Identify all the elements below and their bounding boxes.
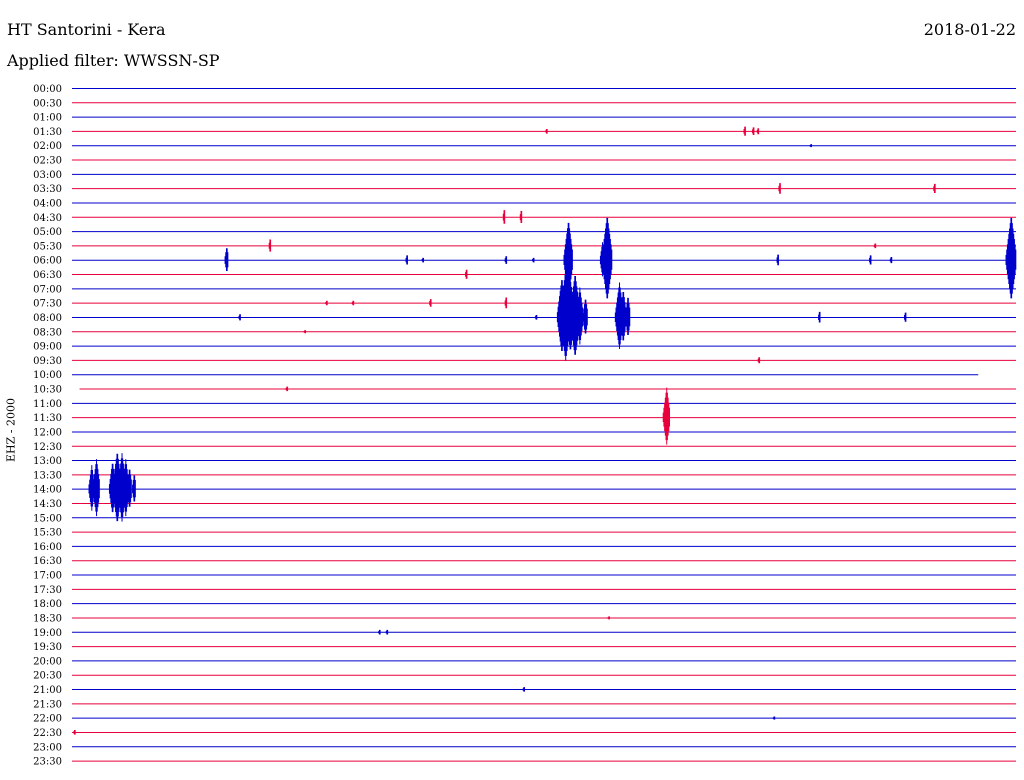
tick-label-1030: 10:30 xyxy=(33,385,62,396)
event-mark-4 xyxy=(809,144,812,148)
event-mark-42 xyxy=(757,357,761,364)
tick-label-1930: 19:30 xyxy=(33,642,62,653)
tick-label-1330: 13:30 xyxy=(33,470,62,481)
event-mark-40 xyxy=(904,312,907,322)
event-mark-53 xyxy=(607,616,610,620)
tick-label-0900: 09:00 xyxy=(33,342,62,353)
event-mark-28 xyxy=(238,314,241,321)
helicorder-plot: 00:00 00:30 01:00 01:30 02:00 02:30 03:00 03:30… xyxy=(33,84,1017,768)
tick-label-1300: 13:00 xyxy=(33,456,62,467)
event-mark-29 xyxy=(534,315,538,320)
tick-label-0300: 03:00 xyxy=(33,170,62,181)
tick-label-0100: 01:00 xyxy=(33,113,62,124)
tick-label-0200: 02:00 xyxy=(33,141,62,152)
event-mark-7 xyxy=(502,210,506,224)
tick-label-0730: 07:30 xyxy=(33,299,62,310)
event-mark-35 xyxy=(582,299,588,334)
tick-label-1630: 16:30 xyxy=(33,556,62,567)
trace-lines xyxy=(72,88,1016,762)
tick-label-2130: 21:30 xyxy=(33,699,62,710)
tick-label-2330: 23:30 xyxy=(33,757,62,768)
tick-label-1800: 18:00 xyxy=(33,599,62,610)
tick-label-1500: 15:00 xyxy=(33,513,62,524)
tick-label-1530: 15:30 xyxy=(33,528,62,539)
event-mark-24 xyxy=(325,300,328,306)
tick-label-0830: 08:30 xyxy=(33,327,62,338)
event-mark-14 xyxy=(504,256,508,264)
event-mark-18 xyxy=(889,257,893,264)
tick-label-1830: 18:30 xyxy=(33,613,62,624)
tick-label-0000: 00:00 xyxy=(33,84,62,95)
event-mark-6 xyxy=(933,183,936,193)
tick-label-1000: 10:00 xyxy=(33,370,62,381)
tick-label-2000: 20:00 xyxy=(33,656,62,667)
tick-label-0500: 05:00 xyxy=(33,227,62,238)
tick-label-1100: 11:00 xyxy=(33,399,62,410)
event-mark-17 xyxy=(869,255,872,265)
event-mark-15 xyxy=(532,257,535,263)
tick-label-2230: 22:30 xyxy=(33,728,62,739)
event-mark-21 xyxy=(599,242,605,277)
event-mark-9 xyxy=(268,239,272,252)
tick-label-0700: 07:00 xyxy=(33,284,62,295)
event-mark-44 xyxy=(662,387,671,445)
event-mark-11 xyxy=(224,248,229,272)
time-tick-labels: 00:00 00:30 01:00 01:30 02:00 02:30 03:00 03:30… xyxy=(33,84,62,768)
event-mark-27 xyxy=(504,297,508,309)
event-mark-23 xyxy=(465,269,468,279)
event-marks xyxy=(73,126,1017,735)
tick-label-1400: 14:00 xyxy=(33,485,62,496)
tick-label-2100: 21:00 xyxy=(33,685,62,696)
tick-label-0400: 04:00 xyxy=(33,198,62,209)
tick-label-2030: 20:30 xyxy=(33,671,62,682)
tick-label-1700: 17:00 xyxy=(33,571,62,582)
tick-label-1200: 12:00 xyxy=(33,427,62,438)
event-mark-13 xyxy=(421,257,425,263)
event-mark-26 xyxy=(429,299,432,307)
tick-label-0530: 05:30 xyxy=(33,241,62,252)
event-mark-2 xyxy=(752,127,755,136)
tick-label-2300: 23:00 xyxy=(33,742,62,753)
event-mark-57 xyxy=(73,730,76,735)
event-mark-39 xyxy=(818,311,821,323)
event-mark-22 xyxy=(1005,217,1017,299)
tick-label-1730: 17:30 xyxy=(33,585,62,596)
tick-label-0600: 06:00 xyxy=(33,256,62,267)
tick-label-1600: 16:00 xyxy=(33,542,62,553)
event-mark-54 xyxy=(378,629,381,635)
event-mark-3 xyxy=(756,128,760,135)
event-mark-56 xyxy=(522,687,526,692)
event-mark-25 xyxy=(351,300,355,306)
tick-label-0630: 06:30 xyxy=(33,270,62,281)
tick-label-1130: 11:30 xyxy=(33,413,62,424)
tick-label-0030: 00:30 xyxy=(33,98,62,109)
event-mark-1 xyxy=(743,126,746,136)
event-mark-5 xyxy=(778,183,781,194)
tick-label-0430: 04:30 xyxy=(33,213,62,224)
event-mark-8 xyxy=(519,210,523,224)
event-mark-43 xyxy=(285,386,289,392)
tick-label-1900: 19:00 xyxy=(33,628,62,639)
tick-label-1430: 14:30 xyxy=(33,499,62,510)
tick-label-0930: 09:30 xyxy=(33,356,62,367)
tick-label-2200: 22:00 xyxy=(33,714,62,725)
tick-label-0330: 03:30 xyxy=(33,184,62,195)
tick-label-1230: 12:30 xyxy=(33,442,62,453)
event-mark-12 xyxy=(405,255,408,265)
event-mark-0 xyxy=(545,129,548,134)
event-mark-10 xyxy=(873,243,877,249)
event-mark-46 xyxy=(92,459,100,517)
event-mark-58 xyxy=(772,716,776,720)
tick-label-0230: 02:30 xyxy=(33,156,62,167)
tick-label-0800: 08:00 xyxy=(33,313,62,324)
event-mark-16 xyxy=(776,254,779,266)
event-mark-41 xyxy=(303,330,307,334)
tick-label-0130: 01:30 xyxy=(33,127,62,138)
event-mark-52 xyxy=(132,475,136,502)
event-mark-55 xyxy=(385,629,389,635)
